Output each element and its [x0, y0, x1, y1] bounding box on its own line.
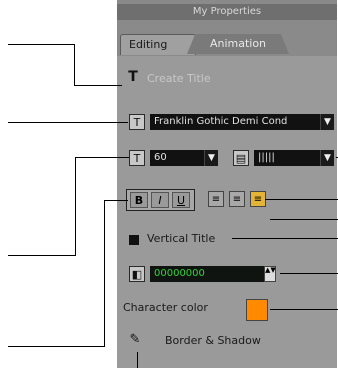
tab-editing[interactable]: Editing	[120, 34, 196, 55]
style-button-group: B I U	[126, 189, 195, 211]
size-dropdown-chevron-icon[interactable]: ▼	[204, 150, 218, 166]
alignment-field[interactable]: |||||	[254, 150, 320, 166]
text-box-icon: ▤	[233, 150, 249, 166]
border-shadow-icon[interactable]: ✎	[127, 332, 143, 348]
tab-bar: Editing Animation	[117, 34, 337, 56]
font-size-icon: T	[129, 150, 145, 166]
callout-line	[74, 85, 122, 86]
editing-content	[117, 56, 337, 368]
align-left-button[interactable]: ≡	[208, 191, 224, 207]
callout-line	[8, 122, 128, 123]
color-picker-icon[interactable]: ◧	[129, 266, 145, 282]
callout-line	[270, 309, 338, 310]
callout-line	[104, 200, 105, 346]
italic-button[interactable]: I	[151, 192, 169, 208]
character-color-swatch[interactable]	[246, 299, 268, 321]
font-icon: T	[129, 114, 145, 130]
callout-line	[75, 157, 129, 158]
font-name-field[interactable]: Franklin Gothic Demi Cond	[150, 114, 320, 130]
color-value-field[interactable]: 00000000	[150, 266, 264, 282]
vertical-title-label[interactable]: Vertical Title	[147, 232, 215, 245]
align-center-button[interactable]: ≡	[229, 191, 245, 207]
vertical-title-checkbox[interactable]	[129, 235, 139, 245]
color-spinner[interactable]: ▲▼	[264, 266, 276, 282]
callout-line	[137, 352, 138, 368]
character-color-label: Character color	[123, 301, 208, 314]
underline-button[interactable]: U	[172, 192, 190, 208]
alignment-dropdown-chevron-icon[interactable]: ▼	[320, 150, 334, 166]
create-title-label[interactable]: Create Title	[147, 72, 211, 85]
callout-line	[75, 157, 76, 255]
text-tool-icon[interactable]: T	[125, 69, 141, 85]
callout-line	[280, 273, 338, 274]
font-dropdown-chevron-icon[interactable]: ▼	[320, 114, 334, 130]
properties-panel: My Properties Editing Animation T Create…	[117, 0, 337, 368]
tab-animation[interactable]: Animation	[187, 34, 289, 54]
panel-title: My Properties	[117, 4, 337, 20]
callout-line	[232, 238, 338, 239]
border-shadow-label[interactable]: Border & Shadow	[165, 334, 261, 347]
callout-line	[265, 199, 338, 200]
callout-line	[270, 219, 338, 220]
callout-line	[8, 255, 76, 256]
callout-line	[74, 44, 75, 86]
bold-button[interactable]: B	[130, 192, 148, 208]
callout-line	[8, 44, 74, 45]
font-size-field[interactable]: 60	[150, 150, 204, 166]
callout-line	[8, 346, 105, 347]
callout-line	[104, 200, 128, 201]
align-right-button[interactable]: ≡	[250, 191, 266, 207]
